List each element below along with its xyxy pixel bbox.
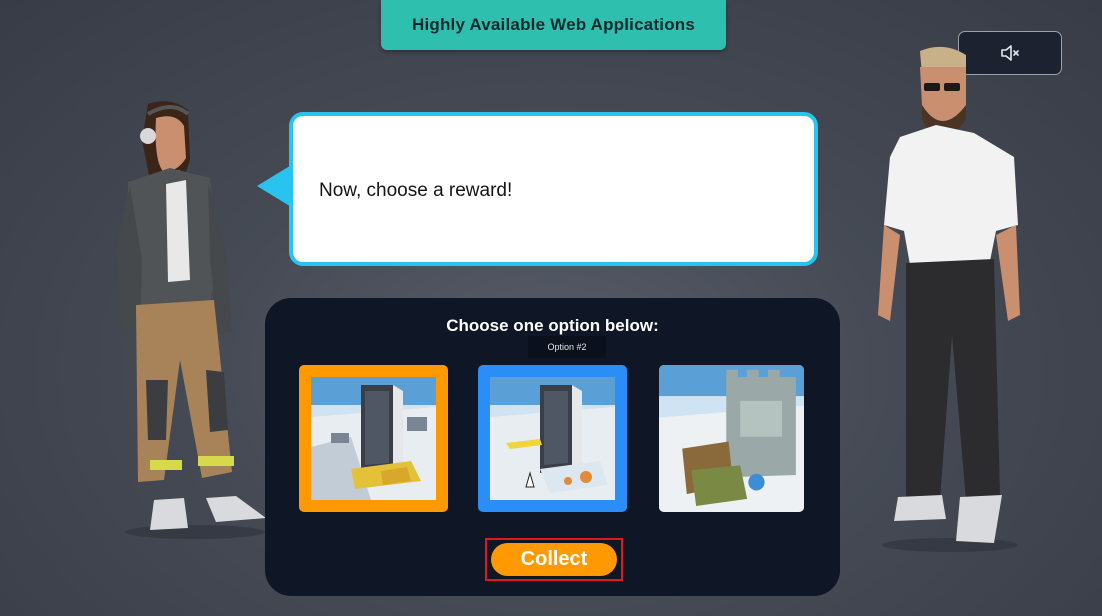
- reward-option-1-image: [311, 377, 436, 500]
- game-title-banner: Highly Available Web Applications: [381, 0, 726, 50]
- speech-bubble: Now, choose a reward!: [289, 112, 818, 266]
- reward-panel-title: Choose one option below:: [446, 316, 659, 335]
- reward-option-2-image: [490, 377, 615, 500]
- option-tooltip: Option #2: [528, 336, 606, 358]
- reward-option-1[interactable]: [299, 365, 448, 512]
- reward-option-2[interactable]: [478, 365, 627, 512]
- instructor-character-right: [878, 46, 1020, 552]
- speech-bubble-tail: [257, 164, 293, 208]
- game-title: Highly Available Web Applications: [411, 15, 696, 34]
- reward-panel: Choose one option below: Option #2 Colle…: [265, 298, 840, 596]
- instructor-character-left: [116, 101, 266, 539]
- dialogue-text: Now, choose a reward!: [319, 180, 513, 201]
- collect-button[interactable]: Collect: [491, 543, 617, 576]
- reward-option-3[interactable]: [659, 365, 804, 512]
- reward-option-3-image: [659, 365, 804, 512]
- collect-highlight: Collect: [485, 538, 623, 581]
